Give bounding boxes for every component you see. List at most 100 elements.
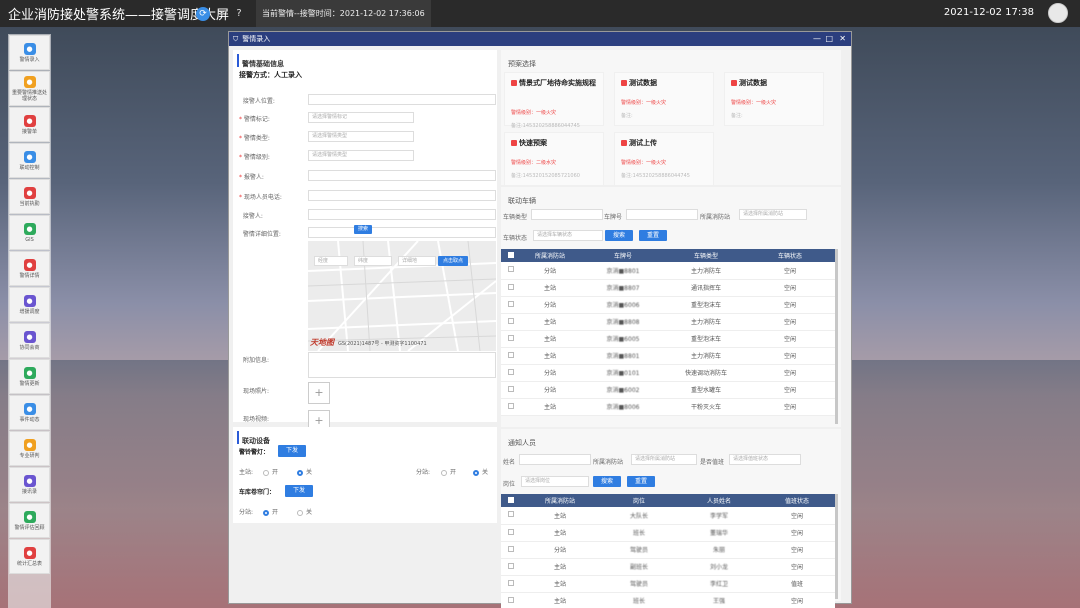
sidebar-item-11[interactable]: ● 专业研判: [9, 431, 50, 466]
pick-point-button[interactable]: 点击取点: [438, 256, 468, 266]
row-checkbox[interactable]: [508, 511, 514, 518]
table-row[interactable]: 主站 京消■8801 主力消防车 空闲: [501, 347, 835, 365]
sidebar-item-4[interactable]: ● 当前执勤: [9, 179, 50, 214]
row-checkbox[interactable]: [508, 402, 514, 409]
table-row[interactable]: 主站 京消■8006 干粉灭火车 空闲: [501, 398, 835, 416]
table-row[interactable]: 分站 京消■8801 主力消防车 空闲: [501, 262, 835, 280]
extra-info-textarea[interactable]: [308, 352, 496, 378]
table-row[interactable]: 主站 班长 王强 空闲: [501, 592, 835, 608]
longitude-input[interactable]: 经度: [314, 256, 348, 266]
sidebar-item-12[interactable]: ● 接讯录: [9, 467, 50, 502]
current-alarm-tab[interactable]: 当前警情--接警时间：2021-12-02 17:36:06: [256, 0, 431, 27]
row-checkbox[interactable]: [508, 300, 514, 307]
vehicle-type-input[interactable]: [531, 209, 603, 220]
row-checkbox[interactable]: [508, 334, 514, 341]
main-station-off-radio[interactable]: 关: [297, 467, 312, 476]
field-input[interactable]: [308, 94, 496, 105]
plan-card[interactable]: 情景式厂地待命实施规程 警情级别：一级火灾 备注:145320258886044…: [504, 72, 604, 129]
photo-upload-button[interactable]: +: [308, 382, 330, 404]
field-input[interactable]: [308, 190, 496, 201]
table-row[interactable]: 主站 京消■8807 通讯指挥车 空闲: [501, 279, 835, 297]
row-checkbox[interactable]: [508, 596, 514, 603]
sidebar-item-10[interactable]: ● 事件动态: [9, 395, 50, 430]
post-select[interactable]: 请选择岗位: [521, 476, 589, 487]
sidebar-item-3[interactable]: ● 联动控制: [9, 143, 50, 178]
maximize-button[interactable]: □: [825, 34, 833, 43]
field-input[interactable]: 请选择警情类型: [308, 150, 414, 161]
table-row[interactable]: 主站 京消■8808 主力消防车 空闲: [501, 313, 835, 331]
row-checkbox[interactable]: [508, 562, 514, 569]
plan-card[interactable]: 快速预案 警情级别：二级水灾 备注:145320152085721060: [504, 132, 604, 186]
sub-station-on-radio[interactable]: 开: [441, 467, 456, 476]
latitude-input[interactable]: 纬度: [354, 256, 392, 266]
plan-card[interactable]: 测试数据 警情级别：一级火灾 备注:: [614, 72, 714, 126]
table-row[interactable]: 主站 驾驶员 李红卫 值班: [501, 575, 835, 593]
close-button[interactable]: ✕: [839, 34, 846, 43]
row-checkbox[interactable]: [508, 283, 514, 290]
field-input[interactable]: [308, 209, 496, 220]
sidebar-item-2[interactable]: ● 接警单: [9, 107, 50, 142]
table-row[interactable]: 主站 京消■6005 重型泡沫车 空闲: [501, 330, 835, 348]
sidebar-item-0[interactable]: ● 警情录入: [9, 35, 50, 70]
vehicle-reset-button[interactable]: 重置: [639, 230, 667, 241]
sidebar-item-13[interactable]: ● 警情评估回顾: [9, 503, 50, 538]
plan-card[interactable]: 测试上传 警情级别：一级火灾 备注:145320258886044745: [614, 132, 714, 186]
sub-station-off-radio[interactable]: 关: [473, 467, 488, 476]
table-row[interactable]: 分站 京消■0101 快速调动消防车 空闲: [501, 364, 835, 382]
garage-issue-button[interactable]: 下发: [285, 485, 313, 497]
row-checkbox[interactable]: [508, 579, 514, 586]
sidebar-item-label: 接讯录: [21, 488, 37, 495]
name-input[interactable]: [519, 454, 591, 465]
select-all-checkbox[interactable]: [508, 251, 514, 258]
map-view[interactable]: 经度 纬度 详细地 点击取点 天地图 GS(2021)1487号 - 甲测资字1…: [308, 241, 496, 351]
avatar[interactable]: [1048, 3, 1068, 23]
select-all-checkbox[interactable]: [508, 496, 514, 503]
sidebar-item-8[interactable]: ● 协同会商: [9, 323, 50, 358]
detail-address-input[interactable]: 详细地: [398, 256, 436, 266]
garage-on-radio[interactable]: 开: [263, 507, 278, 516]
notify-reset-button[interactable]: 重置: [627, 476, 655, 487]
field-input[interactable]: [308, 170, 496, 181]
table-row[interactable]: 主站 大队长 李学军 空闲: [501, 507, 835, 525]
refresh-icon[interactable]: ⟳: [196, 6, 210, 21]
plate-input[interactable]: [626, 209, 698, 220]
table-cell: 朱丽: [679, 541, 759, 559]
vehicle-scrollbar[interactable]: [835, 249, 838, 424]
field-input[interactable]: 请选择警情类型: [308, 131, 414, 142]
sidebar-item-14[interactable]: ● 统计汇总表: [9, 539, 50, 574]
main-station-on-radio[interactable]: 开: [263, 467, 278, 476]
sidebar-item-6[interactable]: ● 警情详情: [9, 251, 50, 286]
table-row[interactable]: 主站 班长 董瑞华 空闲: [501, 524, 835, 542]
search-button[interactable]: 搜索: [354, 225, 372, 234]
sidebar-item-7[interactable]: ● 增援调度: [9, 287, 50, 322]
garage-off-radio[interactable]: 关: [297, 507, 312, 516]
row-checkbox[interactable]: [508, 385, 514, 392]
station-select[interactable]: 请选择所属消防站: [739, 209, 807, 220]
help-icon[interactable]: ?: [232, 7, 246, 21]
notify-station-select[interactable]: 请选择所属消防站: [631, 454, 697, 465]
row-checkbox[interactable]: [508, 351, 514, 358]
plan-card[interactable]: 测试数据 警情级别：一级火灾 备注:: [724, 72, 824, 126]
row-checkbox[interactable]: [508, 368, 514, 375]
row-checkbox[interactable]: [508, 528, 514, 535]
table-row[interactable]: 分站 京消■6006 重型泡沫车 空闲: [501, 296, 835, 314]
row-checkbox[interactable]: [508, 317, 514, 324]
notify-search-button[interactable]: 搜索: [593, 476, 621, 487]
sidebar-item-1[interactable]: ● 重要警情推送处理状态: [9, 71, 50, 106]
row-checkbox[interactable]: [508, 266, 514, 273]
row-checkbox[interactable]: [508, 545, 514, 552]
table-row[interactable]: 分站 京消■6002 重型水罐车 空闲: [501, 381, 835, 399]
table-row[interactable]: 分站 驾驶员 朱丽 空闲: [501, 541, 835, 559]
vehicle-search-button[interactable]: 搜索: [605, 230, 633, 241]
table-row[interactable]: 主站 副班长 刘小龙 空闲: [501, 558, 835, 576]
sidebar-item-5[interactable]: ● GIS: [9, 215, 50, 250]
field-input[interactable]: 请选择警情标记: [308, 112, 414, 123]
minimize-button[interactable]: —: [813, 34, 821, 43]
wave-icon[interactable]: ≈: [214, 7, 228, 21]
notify-scrollbar[interactable]: [835, 494, 838, 599]
sidebar-item-9[interactable]: ● 警情更新: [9, 359, 50, 394]
vehicle-status-select[interactable]: 请选择车辆状态: [533, 230, 603, 241]
alarm-bell-issue-button[interactable]: 下发: [278, 445, 306, 457]
field-input[interactable]: [308, 227, 496, 238]
on-duty-select[interactable]: 请选择值班状态: [729, 454, 801, 465]
